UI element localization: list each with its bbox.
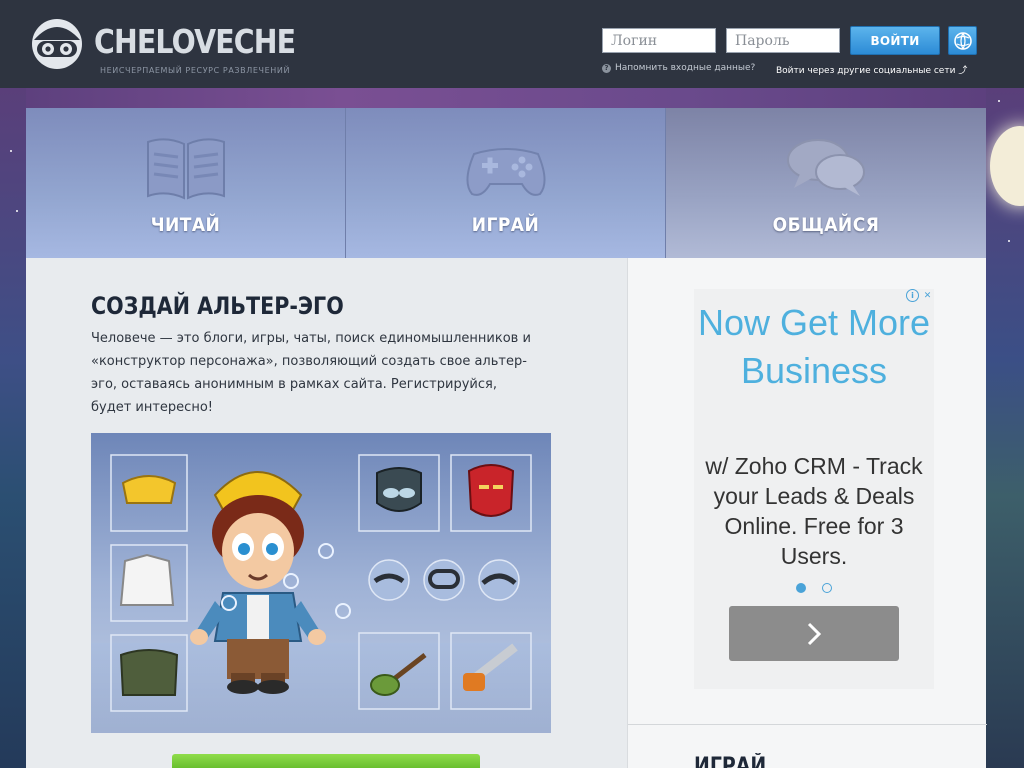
background-scenery-left — [0, 88, 26, 768]
login-input[interactable] — [602, 28, 716, 53]
tile-play-label: ИГРАЙ — [471, 214, 540, 236]
tile-chat-label: ОБЩАЙСЯ — [772, 214, 880, 236]
sidebar-section-title: ИГРАЙ — [694, 754, 767, 768]
social-login-button[interactable] — [948, 26, 977, 55]
star-decoration — [16, 210, 18, 212]
gamepad-icon — [466, 148, 546, 196]
chat-bubbles-icon — [787, 139, 865, 196]
site-logo[interactable]: CHELOVECHE НЕИСЧЕРПАЕМЫЙ РЕСУРС РАЗВЛЕЧЕ… — [28, 16, 296, 76]
ad-headline: Now Get More Business — [697, 302, 931, 391]
book-icon — [147, 138, 225, 200]
sidebar: i ✕ Now Get More Business w/ Zoho CRM - … — [627, 258, 987, 768]
tile-chat[interactable]: ОБЩАЙСЯ — [666, 108, 986, 258]
logo-tagline: НЕИСЧЕРПАЕМЫЙ РЕСУРС РАЗВЛЕЧЕНИЙ — [100, 66, 291, 75]
globe-icon — [953, 31, 972, 50]
carousel-dot[interactable] — [822, 583, 832, 593]
site-header: CHELOVECHE НЕИСЧЕРПАЕМЫЙ РЕСУРС РАЗВЛЕЧЕ… — [0, 0, 1024, 88]
ad-carousel-dots — [796, 583, 832, 593]
background-scenery-top — [0, 88, 1024, 108]
register-button[interactable] — [172, 754, 480, 768]
star-decoration — [998, 100, 1000, 102]
star-decoration — [10, 150, 12, 152]
curved-arrow-icon: ⤴ — [958, 66, 968, 76]
page-title: СОЗДАЙ АЛЬТЕР-ЭГО — [91, 292, 344, 320]
advertisement[interactable]: i ✕ Now Get More Business w/ Zoho CRM - … — [694, 289, 934, 689]
chevron-right-icon — [807, 622, 822, 645]
remind-label: Напомнить входные данные? — [615, 63, 756, 73]
help-icon: ? — [602, 63, 611, 73]
logo-wordmark: CHELOVECHE — [94, 22, 296, 61]
carousel-dot[interactable] — [796, 583, 806, 593]
main-content: СОЗДАЙ АЛЬТЕР-ЭГО Человече — это блоги, … — [26, 258, 627, 768]
section-tiles: ЧИТАЙ ИГРАЙ ОБЩАЙСЯ — [26, 108, 986, 258]
tile-read-label: ЧИТАЙ — [150, 214, 221, 236]
ad-body-text: w/ Zoho CRM - Track your Leads & Deals O… — [705, 453, 923, 569]
password-input[interactable] — [726, 28, 840, 53]
character-constructor-image — [91, 433, 551, 733]
tile-play[interactable]: ИГРАЙ — [346, 108, 666, 258]
remind-credentials-link[interactable]: ? Напомнить входные данные? — [602, 63, 755, 73]
ad-next-button[interactable] — [729, 606, 899, 661]
login-button[interactable]: ВОЙТИ — [850, 26, 940, 55]
intro-description: Человече — это блоги, игры, чаты, поиск … — [91, 331, 531, 415]
tile-read[interactable]: ЧИТАЙ — [26, 108, 346, 258]
social-networks-link[interactable]: Войти через другие социальные сети ⤴ — [776, 63, 967, 76]
mascot-logo-icon — [32, 19, 82, 69]
sidebar-divider — [628, 724, 987, 725]
social-link-label: Войти через другие социальные сети — [776, 66, 956, 76]
star-decoration — [1008, 240, 1010, 242]
constructor-illustration — [91, 454, 551, 733]
